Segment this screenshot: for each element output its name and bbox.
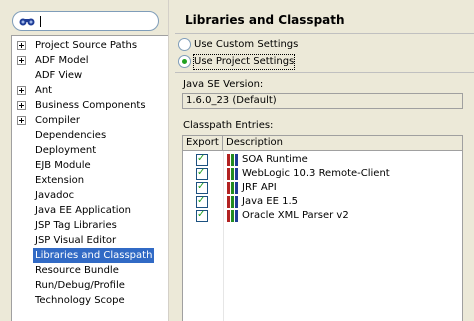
library-icon xyxy=(227,154,239,166)
java-se-version-label: Java SE Version: xyxy=(183,79,264,90)
radio-label: Use Project Settings xyxy=(192,54,296,70)
export-checkbox[interactable] xyxy=(196,209,208,222)
classpath-entries-label: Classpath Entries: xyxy=(183,120,274,131)
table-row[interactable]: Java EE 1.5 xyxy=(183,195,462,209)
tree-item-label: ADF Model xyxy=(35,55,89,66)
export-checkbox[interactable] xyxy=(196,181,208,194)
expand-icon[interactable] xyxy=(17,101,26,110)
library-description: WebLogic 10.3 Remote-Client xyxy=(242,168,390,179)
title-divider xyxy=(175,33,474,34)
tree-item-label: Project Source Paths xyxy=(35,40,138,51)
library-description: Java EE 1.5 xyxy=(242,196,299,207)
table-row[interactable]: Oracle XML Parser v2 xyxy=(183,209,462,223)
library-icon xyxy=(227,168,239,180)
tree-item-label: Extension xyxy=(35,175,85,186)
search-input[interactable] xyxy=(12,11,159,31)
tree-item-label: Run/Debug/Profile xyxy=(35,280,125,291)
section-divider xyxy=(175,72,474,73)
export-column-header[interactable]: Export xyxy=(183,136,223,150)
left-panel: Project Source Paths ADF Model ADF View Ant… xyxy=(0,0,168,321)
radio-button[interactable] xyxy=(178,55,191,68)
library-description: Oracle XML Parser v2 xyxy=(242,210,349,221)
library-icon xyxy=(227,182,239,194)
export-checkbox[interactable] xyxy=(196,167,208,180)
expand-icon[interactable] xyxy=(17,41,26,50)
table-row[interactable]: SOA Runtime xyxy=(183,153,462,167)
radio-button[interactable] xyxy=(178,38,191,51)
tree-item-label: Ant xyxy=(35,85,53,96)
tree-item-label: Deployment xyxy=(35,145,97,156)
tree-item-label: Libraries and Classpath xyxy=(33,248,155,263)
tree-item-label: Business Components xyxy=(35,100,146,111)
java-se-version-field: 1.6.0_23 (Default) xyxy=(182,93,463,109)
export-checkbox[interactable] xyxy=(196,195,208,208)
export-checkbox[interactable] xyxy=(196,153,208,166)
expand-icon[interactable] xyxy=(17,116,26,125)
expand-icon[interactable] xyxy=(17,86,26,95)
tree-item-label: EJB Module xyxy=(35,160,91,171)
expand-icon[interactable] xyxy=(17,56,26,65)
text-caret xyxy=(40,16,41,27)
radio-label: Use Custom Settings xyxy=(194,39,299,50)
panel-splitter[interactable] xyxy=(168,0,175,321)
settings-tree: Project Source Paths ADF Model ADF View Ant… xyxy=(11,35,168,321)
right-panel: Libraries and Classpath Use Custom Setti… xyxy=(175,0,474,321)
library-icon xyxy=(227,196,239,208)
library-icon xyxy=(227,210,239,222)
description-column-header[interactable]: Description xyxy=(223,136,462,150)
table-row[interactable]: JRF API xyxy=(183,181,462,195)
library-description: SOA Runtime xyxy=(242,154,308,165)
tree-item-label: Compiler xyxy=(35,115,81,126)
tree-item-label: JSP Tag Libraries xyxy=(35,220,117,231)
binoculars-icon xyxy=(19,18,35,26)
classpath-table: Export Description SOA Runtime WebLogic 1… xyxy=(182,135,463,321)
table-header: Export Description xyxy=(183,136,462,151)
tree-item-label: Java EE Application xyxy=(35,205,131,216)
tree-item-label: Technology Scope xyxy=(35,295,125,306)
tree-item-label: JSP Visual Editor xyxy=(35,235,117,246)
library-description: JRF API xyxy=(242,182,277,193)
tree-item-label: Dependencies xyxy=(35,130,107,141)
tree-item-label: Javadoc xyxy=(35,190,75,201)
page-title: Libraries and Classpath xyxy=(185,13,345,27)
tree-item-label: Resource Bundle xyxy=(35,265,119,276)
tree-item-label: ADF View xyxy=(35,70,83,81)
table-row[interactable]: WebLogic 10.3 Remote-Client xyxy=(183,167,462,181)
